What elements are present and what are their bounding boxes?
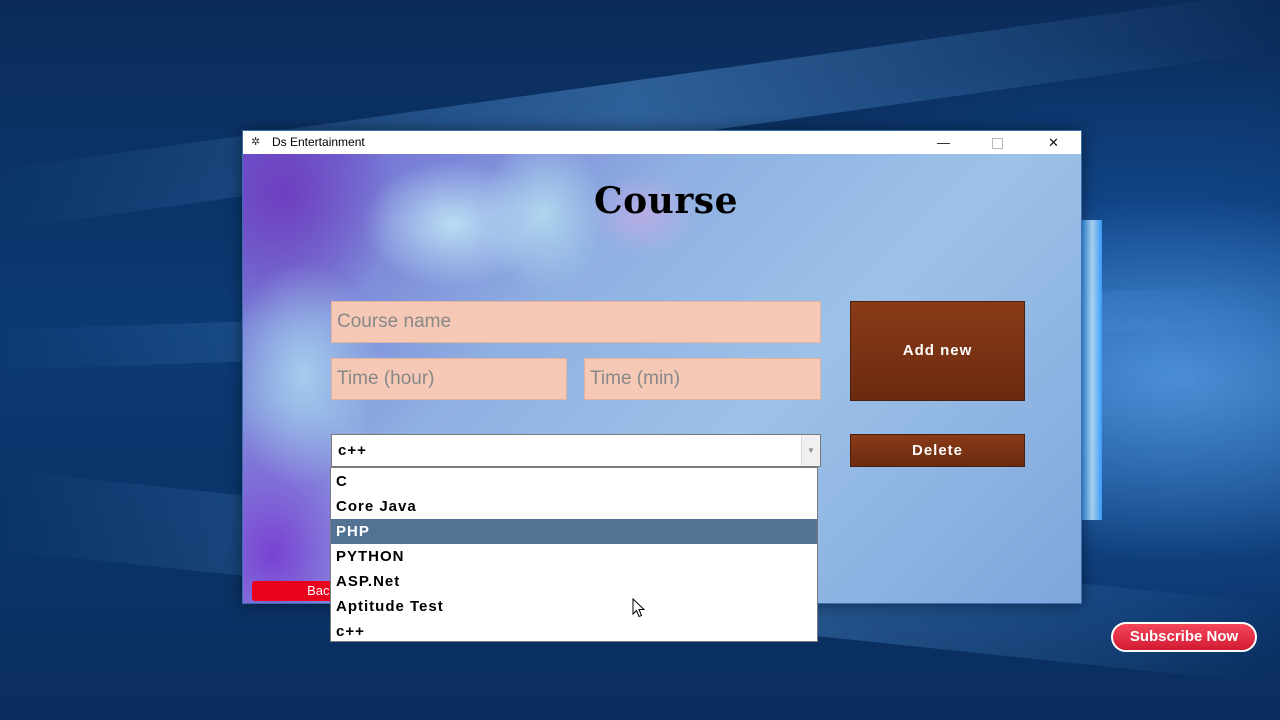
dropdown-option[interactable]: Core Java [331, 494, 817, 519]
title-bar[interactable]: ✲ Ds Entertainment — ✕ [243, 131, 1081, 154]
maximize-button[interactable] [975, 131, 1020, 154]
desktop-background: ✲ Ds Entertainment — ✕ Course Course nam… [0, 0, 1280, 720]
dropdown-option[interactable]: PYTHON [331, 544, 817, 569]
delete-button[interactable]: Delete [850, 434, 1025, 467]
course-select[interactable]: c++ ▼ [331, 434, 821, 467]
course-dropdown-list[interactable]: C Core Java PHP PYTHON ASP.Net Aptitude … [330, 467, 818, 642]
window-title: Ds Entertainment [272, 135, 365, 149]
maximize-icon [992, 138, 1003, 150]
dropdown-option[interactable]: ASP.Net [331, 569, 817, 594]
subscribe-button[interactable]: Subscribe Now [1111, 622, 1257, 652]
dropdown-option-highlighted[interactable]: PHP [331, 519, 817, 544]
time-hour-input[interactable]: Time (hour) [331, 358, 567, 400]
course-select-value: c++ [338, 442, 367, 459]
time-min-input[interactable]: Time (min) [584, 358, 821, 400]
page-title: Course [594, 180, 738, 222]
close-button[interactable]: ✕ [1031, 131, 1076, 154]
add-new-button[interactable]: Add new [850, 301, 1025, 401]
chevron-down-icon[interactable]: ▼ [801, 435, 820, 466]
mouse-pointer-icon [632, 598, 646, 618]
dropdown-option[interactable]: c++ [331, 619, 817, 644]
dropdown-option[interactable]: Aptitude Test [331, 594, 817, 619]
course-name-input[interactable]: Course name [331, 301, 821, 343]
minimize-button[interactable]: — [921, 131, 966, 154]
back-button[interactable]: Back [252, 581, 342, 601]
dropdown-option[interactable]: C [331, 469, 817, 494]
windows-logo-glow [1082, 220, 1102, 520]
app-logo-icon: ✲ [251, 136, 261, 148]
